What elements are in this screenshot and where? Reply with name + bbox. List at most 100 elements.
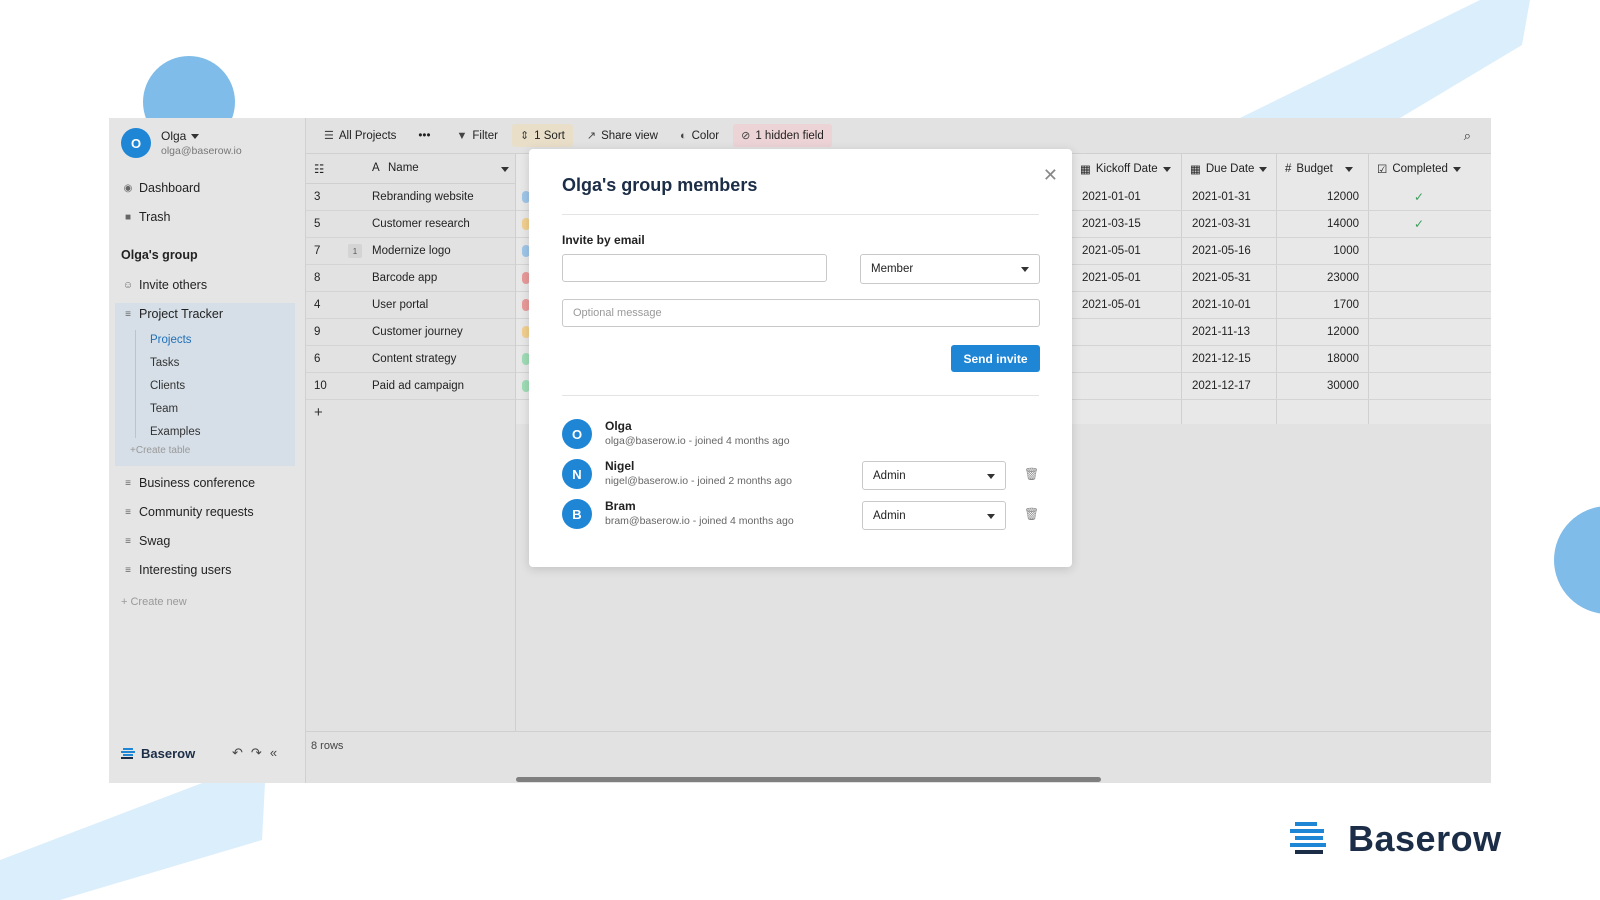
decor-stripe-top — [1240, 0, 1530, 118]
cell-budget[interactable]: 18000 — [1327, 353, 1359, 365]
views-dropdown[interactable]: ☰ All Projects — [316, 124, 404, 147]
message-input[interactable]: Optional message — [562, 299, 1040, 327]
trash-icon[interactable]: 🗑 — [1024, 507, 1039, 521]
member-info: bram@baserow.io - joined 4 months ago — [605, 515, 794, 527]
cell-due[interactable]: 2021-10-01 — [1192, 299, 1251, 311]
cell-name[interactable]: Paid ad campaign — [372, 380, 464, 392]
number-icon: # — [1285, 163, 1292, 175]
table-row[interactable]: 10 Paid ad campaign — [306, 373, 515, 400]
database-icon: ≡ — [125, 506, 131, 518]
cell-due[interactable]: 2021-03-31 — [1192, 218, 1251, 230]
cell-kickoff[interactable]: 2021-05-01 — [1082, 245, 1141, 257]
horizontal-scrollbar[interactable] — [516, 777, 1101, 782]
table-item-team[interactable]: Team — [150, 403, 178, 415]
sort-button[interactable]: ⇕ 1 Sort — [511, 124, 573, 147]
share-view-button[interactable]: ↗ Share view — [579, 124, 666, 147]
cell-budget[interactable]: 30000 — [1327, 380, 1359, 392]
check-icon[interactable]: ✓ — [1414, 190, 1424, 204]
user-menu[interactable]: O Olga olga@baserow.io — [121, 128, 242, 158]
table-row[interactable]: 6 Content strategy — [306, 346, 515, 373]
sort-icon: ⇕ — [519, 130, 530, 142]
calendar-icon: ▦ — [1080, 164, 1091, 176]
sidebar-item-label: Interesting users — [139, 563, 232, 577]
trash-icon[interactable]: 🗑 — [1024, 467, 1039, 481]
table-row[interactable]: 3 Rebranding website — [306, 184, 515, 211]
table-item-tasks[interactable]: Tasks — [150, 357, 179, 369]
cell-name[interactable]: Barcode app — [372, 272, 437, 284]
cell-budget[interactable]: 1000 — [1333, 245, 1359, 257]
table-item-clients[interactable]: Clients — [150, 380, 185, 392]
cell-budget[interactable]: 1700 — [1333, 299, 1359, 311]
column-header-kickoff[interactable]: ▦ Kickoff Date — [1072, 154, 1171, 184]
cell-budget[interactable]: 23000 — [1327, 272, 1359, 284]
comment-count-badge[interactable]: 1 — [348, 244, 362, 258]
filter-button[interactable]: ▼ Filter — [449, 125, 506, 147]
cell-due[interactable]: 2021-12-17 — [1192, 380, 1251, 392]
close-icon[interactable]: ✕ — [1043, 165, 1058, 186]
view-more-button[interactable]: ••• — [410, 125, 438, 147]
chevron-down-icon[interactable] — [501, 167, 509, 172]
cell-name[interactable]: Modernize logo — [372, 245, 451, 257]
collapse-sidebar-icon[interactable]: « — [270, 745, 285, 760]
sidebar-item-label: Business conference — [139, 476, 256, 490]
add-row-button[interactable]: + — [314, 404, 323, 421]
cell-due[interactable]: 2021-12-15 — [1192, 353, 1251, 365]
table-row[interactable]: 5 Customer research — [306, 211, 515, 238]
undo-icon[interactable]: ↶ — [232, 745, 251, 760]
cell-due[interactable]: 2021-05-31 — [1192, 272, 1251, 284]
table-row[interactable]: 4 User portal — [306, 292, 515, 319]
sidebar-item-interesting-users[interactable]: ≡ Interesting users — [121, 563, 231, 577]
check-icon[interactable]: ✓ — [1414, 217, 1424, 231]
column-header-name[interactable]: Name — [388, 162, 419, 174]
sidebar-item-business-conference[interactable]: ≡ Business conference — [121, 476, 255, 490]
member-role-select[interactable]: Admin — [862, 461, 1006, 490]
search-icon[interactable]: ⌕ — [1464, 128, 1471, 144]
email-input[interactable] — [562, 254, 827, 282]
sidebar-item-dashboard[interactable]: ◉ Dashboard — [121, 181, 201, 195]
cell-kickoff[interactable]: 2021-03-15 — [1082, 218, 1141, 230]
cell-budget[interactable]: 14000 — [1327, 218, 1359, 230]
column-header-budget[interactable]: # Budget — [1277, 154, 1353, 184]
hidden-fields-button[interactable]: ⊘ 1 hidden field — [733, 124, 832, 147]
group-title[interactable]: Olga's group — [121, 248, 198, 262]
sidebar-item-community-requests[interactable]: ≡ Community requests — [121, 505, 254, 519]
column-header-completed[interactable]: ☑ Completed — [1369, 154, 1461, 184]
cell-due[interactable]: 2021-05-16 — [1192, 245, 1251, 257]
sidebar-item-swag[interactable]: ≡ Swag — [121, 534, 170, 548]
cell-kickoff[interactable]: 2021-01-01 — [1082, 191, 1141, 203]
cell-name[interactable]: Rebranding website — [372, 191, 474, 203]
cell-budget[interactable]: 12000 — [1327, 191, 1359, 203]
create-new-link[interactable]: + Create new — [121, 596, 187, 608]
cell-name[interactable]: Customer research — [372, 218, 470, 230]
sidebar-item-invite[interactable]: ☺ Invite others — [121, 278, 207, 292]
sidebar-item-project-tracker[interactable]: ≡ Project Tracker — [121, 307, 223, 321]
row-id: 8 — [314, 272, 321, 284]
create-table-link[interactable]: +Create table — [130, 445, 190, 456]
table-item-examples[interactable]: Examples — [150, 426, 201, 438]
sidebar-item-trash[interactable]: ■ Trash — [121, 210, 171, 224]
role-select-value: Member — [871, 263, 914, 275]
member-info: olga@baserow.io - joined 4 months ago — [605, 435, 790, 447]
cell-due[interactable]: 2021-01-31 — [1192, 191, 1251, 203]
cell-name[interactable]: User portal — [372, 299, 428, 311]
row-id: 10 — [314, 380, 327, 392]
sidebar-item-label: Invite others — [139, 278, 208, 292]
member-role-select[interactable]: Admin — [862, 501, 1006, 530]
cell-kickoff[interactable]: 2021-05-01 — [1082, 299, 1141, 311]
table-row[interactable]: 7 1 Modernize logo — [306, 238, 515, 265]
sidebar-brand[interactable]: Baserow — [121, 746, 195, 761]
role-select[interactable]: Member — [860, 254, 1040, 284]
table-item-projects[interactable]: Projects — [150, 334, 192, 346]
table-row[interactable]: 9 Customer journey — [306, 319, 515, 346]
cell-kickoff[interactable]: 2021-05-01 — [1082, 272, 1141, 284]
column-header-due[interactable]: ▦ Due Date — [1182, 154, 1268, 184]
cell-due[interactable]: 2021-11-13 — [1192, 326, 1250, 338]
redo-icon[interactable]: ↷ — [251, 745, 270, 760]
cell-name[interactable]: Content strategy — [372, 353, 456, 365]
color-button[interactable]: ◐ Color — [672, 125, 727, 147]
cell-name[interactable]: Customer journey — [372, 326, 463, 338]
share-label: Share view — [601, 129, 658, 142]
table-row[interactable]: 8 Barcode app — [306, 265, 515, 292]
send-invite-button[interactable]: Send invite — [951, 345, 1040, 372]
cell-budget[interactable]: 12000 — [1327, 326, 1359, 338]
